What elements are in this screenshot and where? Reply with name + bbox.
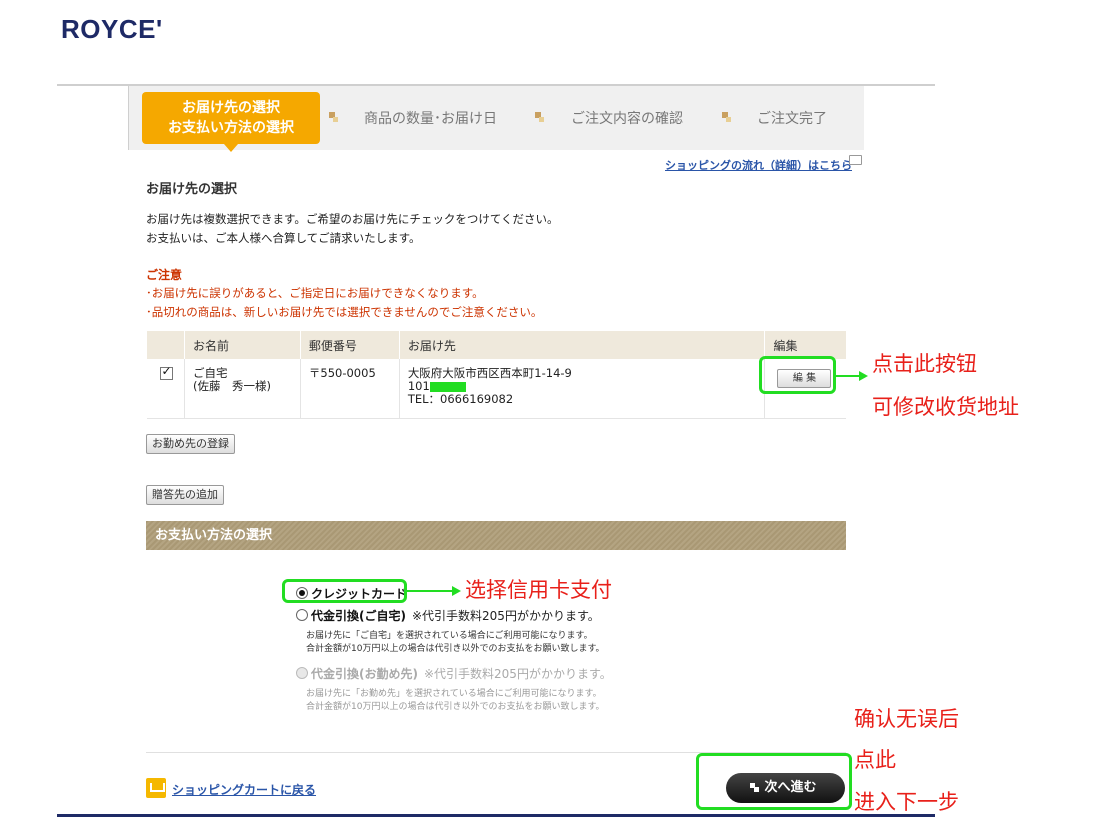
radio-disabled-icon — [296, 667, 308, 679]
cod-home-note: お届け先に「ご自宅」を選択されている場合にご利用可能になります。 — [306, 631, 593, 641]
checkout-steps: お届け先の選択 お支払い方法の選択 商品の数量･お届け日 ご注文内容の確認 ご注… — [128, 86, 864, 152]
step-confirm: ご注文内容の確認 — [571, 111, 683, 127]
back-to-cart-link[interactable]: ショッピングカートに戻る — [172, 781, 316, 798]
next-highlight-box — [696, 753, 852, 810]
cod-home-label: 代金引換(ご自宅) — [311, 609, 406, 623]
edit-arrow — [836, 375, 860, 377]
annotation-next-line1: 确认无误后 — [854, 707, 959, 731]
cod-home-fee: ※代引手数料205円がかかります。 — [411, 609, 600, 623]
step-quantity-date: 商品の数量･お届け日 — [364, 111, 497, 127]
cod-office-label: 代金引換(お勤め先) — [311, 667, 418, 681]
address-tel: TEL：0666169082 — [407, 392, 514, 406]
cod-office-fee: ※代引手数料205円がかかります。 — [423, 667, 612, 681]
payment-option-cod-office: 代金引換(お勤め先) ※代引手数料205円がかかります。 — [296, 665, 612, 682]
caution-title: ご注意 — [146, 268, 183, 282]
credit-arrow — [407, 590, 453, 592]
delivery-description: お届け先は複数選択できます。ご希望のお届け先にチェックをつけてください。 — [146, 212, 559, 226]
redaction-mark — [429, 381, 466, 392]
cod-home-note: 合計金額が10万円以上の場合は代引き以外でのお支払をお願い致します。 — [306, 644, 605, 654]
popup-window-icon[interactable] — [849, 155, 862, 165]
payment-description: お支払いは、ご本人様へ合算してご請求いたします。 — [146, 231, 421, 245]
edit-highlight-box — [759, 356, 836, 394]
radio-icon[interactable] — [296, 609, 308, 621]
step-current: お届け先の選択 お支払い方法の選択 — [142, 92, 320, 152]
register-office-button[interactable]: お勤め先の登録 — [146, 434, 235, 454]
credit-highlight-box — [282, 579, 407, 603]
footer-rule — [57, 814, 935, 817]
address-table: お名前 郵便番号 お届け先 編集 ご自宅 (佐藤 秀一様) 〒550-0005 … — [146, 331, 846, 419]
postal-code: 〒550-0005 — [299, 359, 400, 419]
cod-office-note: お届け先に「お勤め先」を選択されている場合にご利用可能になります。 — [306, 689, 602, 699]
column-header-postal: 郵便番号 — [299, 331, 400, 359]
shopping-flow-link[interactable]: ショッピングの流れ（詳細）はこちら — [665, 157, 852, 173]
payment-section-title: お支払い方法の選択 — [146, 521, 846, 550]
address-room: 101 — [407, 379, 430, 393]
step-separator-icon — [535, 112, 544, 124]
step-current-line2: お支払い方法の選択 — [168, 120, 294, 136]
annotation-next-line3: 进入下一步 — [854, 790, 959, 814]
column-header-address: お届け先 — [398, 331, 765, 359]
step-current-line1: お届け先の選択 — [182, 100, 280, 116]
recipient-name: (佐藤 秀一様) — [192, 379, 271, 393]
address-checkbox[interactable] — [159, 365, 173, 380]
step-complete: ご注文完了 — [757, 111, 827, 127]
address-line: 大阪府大阪市西区西本町1-14-9 — [407, 366, 572, 380]
column-header-select — [146, 331, 185, 359]
caution-line: ･品切れの商品は、新しいお届け先では選択できませんのでご注意ください。 — [146, 305, 543, 319]
cod-office-note: 合計金額が10万円以上の場合は代引き以外でのお支払をお願い致します。 — [306, 702, 605, 712]
annotation-credit: 选择信用卡支付 — [465, 578, 612, 602]
delivery-section-title: お届け先の選択 — [146, 182, 238, 197]
step-separator-icon — [329, 112, 338, 124]
column-header-name: お名前 — [183, 331, 301, 359]
cart-icon[interactable] — [146, 778, 166, 798]
add-gift-recipient-button[interactable]: 贈答先の追加 — [146, 485, 224, 505]
annotation-next-line2: 点此 — [854, 748, 896, 772]
payment-option-cod-home[interactable]: 代金引換(ご自宅) ※代引手数料205円がかかります。 — [296, 607, 600, 624]
step-separator-icon — [722, 112, 731, 124]
caution-line: ･お届け先に誤りがあると、ご指定日にお届けできなくなります。 — [146, 286, 484, 300]
arrow-head-icon — [452, 586, 461, 596]
arrow-head-icon — [859, 371, 868, 381]
annotation-edit-line2: 可修改收货地址 — [872, 395, 1019, 419]
annotation-edit-line1: 点击此按钮 — [872, 352, 977, 376]
table-row: ご自宅 (佐藤 秀一様) 〒550-0005 大阪府大阪市西区西本町1-14-9… — [146, 359, 846, 419]
column-header-edit: 編集 — [764, 331, 846, 359]
royce-logo[interactable]: ROYCE' — [61, 14, 163, 45]
